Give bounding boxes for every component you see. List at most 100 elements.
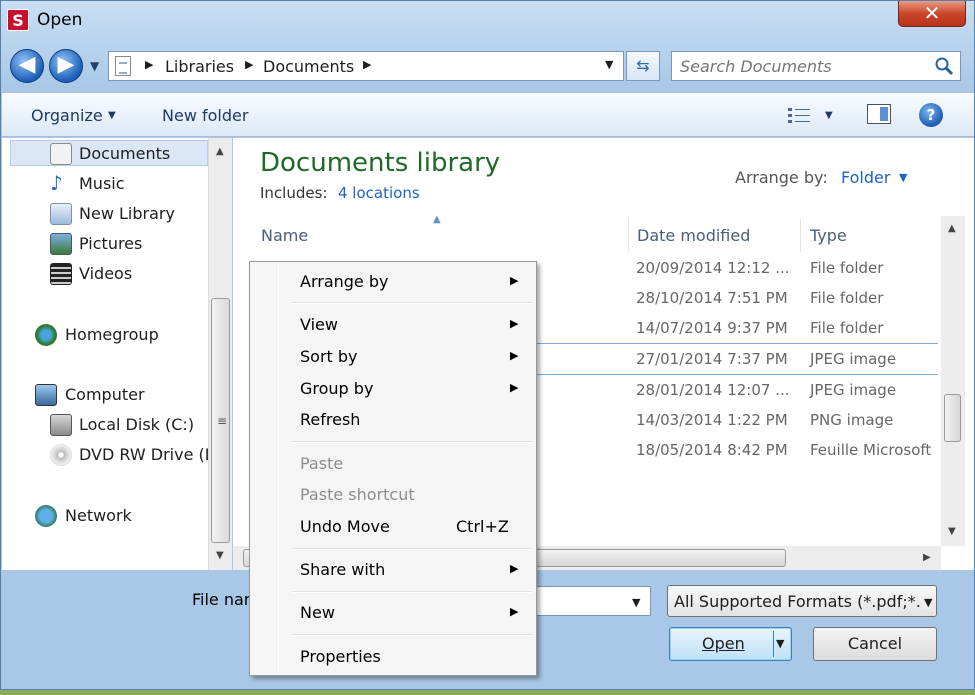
sidebar-item-music[interactable]: ♪ Music bbox=[50, 170, 210, 198]
sidebar-item-network[interactable]: Network bbox=[35, 502, 205, 530]
menu-item-new[interactable]: New ▶ bbox=[252, 598, 534, 626]
desktop-background-strip bbox=[0, 690, 975, 695]
menu-separator bbox=[292, 302, 532, 304]
file-type-select[interactable]: All Supported Formats (*.pdf;*.x ▼ bbox=[667, 585, 937, 617]
cell-type: File folder bbox=[810, 289, 884, 307]
menu-item-share-with[interactable]: Share with ▶ bbox=[252, 555, 534, 583]
forward-arrow-icon: ▶ bbox=[57, 52, 75, 77]
menu-item-label: Arrange by bbox=[300, 272, 389, 291]
scroll-right-icon[interactable]: ▶ bbox=[923, 552, 931, 563]
cell-type: JPEG image bbox=[810, 350, 897, 368]
submenu-arrow-icon: ▶ bbox=[510, 562, 519, 575]
sidebar-item-label: New Library bbox=[79, 204, 175, 223]
menu-item-view[interactable]: View ▶ bbox=[252, 310, 534, 338]
network-icon bbox=[35, 505, 57, 527]
cell-type: PNG image bbox=[810, 411, 894, 429]
menu-item-properties[interactable]: Properties bbox=[252, 642, 534, 670]
change-view-icon[interactable] bbox=[787, 106, 811, 124]
views-chevron-down-icon[interactable]: ▼ bbox=[825, 110, 833, 121]
cell-date: 28/01/2014 12:07 ... bbox=[636, 381, 790, 399]
homegroup-icon bbox=[35, 324, 57, 346]
submenu-arrow-icon: ▶ bbox=[510, 381, 519, 394]
file-type-chevron-down-icon[interactable]: ▼ bbox=[921, 596, 933, 609]
breadcrumb-separator-icon[interactable]: ▶ bbox=[363, 58, 371, 71]
menu-item-undo-move[interactable]: Undo Move Ctrl+Z bbox=[252, 512, 534, 540]
sidebar-item-videos[interactable]: Videos bbox=[50, 260, 210, 288]
file-list-vertical-scrollbar[interactable]: ▲ ▼ bbox=[941, 216, 965, 546]
address-bar[interactable]: ▶ Libraries ▶ Documents ▶ ▼ bbox=[108, 51, 624, 81]
breadcrumb-separator-icon[interactable]: ▶ bbox=[145, 58, 153, 71]
sidebar-item-label: Documents bbox=[79, 144, 171, 163]
back-button[interactable]: ◀ bbox=[10, 49, 44, 83]
menu-item-sort-by[interactable]: Sort by ▶ bbox=[252, 342, 534, 370]
sidebar-item-homegroup[interactable]: Homegroup bbox=[35, 321, 205, 349]
sidebar-item-documents[interactable]: Documents bbox=[50, 140, 210, 168]
new-folder-button[interactable]: New folder bbox=[162, 106, 248, 125]
computer-icon bbox=[35, 384, 57, 406]
menu-item-shortcut: Ctrl+Z bbox=[456, 517, 509, 536]
open-button-label: Open bbox=[702, 634, 745, 653]
arrange-by-dropdown[interactable]: Folder bbox=[841, 168, 890, 187]
sidebar-item-label: Videos bbox=[79, 264, 133, 283]
library-includes-label: Includes: bbox=[260, 184, 328, 202]
menu-item-paste: Paste bbox=[252, 449, 534, 477]
scroll-down-icon[interactable]: ▼ bbox=[216, 550, 224, 561]
breadcrumb-separator-icon[interactable]: ▶ bbox=[245, 58, 253, 71]
column-header-date[interactable]: Date modified bbox=[637, 226, 750, 245]
forward-button[interactable]: ▶ bbox=[49, 49, 83, 83]
menu-item-label: Refresh bbox=[300, 410, 361, 429]
sidebar-scrollbar[interactable]: ▲ ≡ ▼ bbox=[208, 138, 232, 570]
sidebar-item-label: Local Disk (C:) bbox=[79, 415, 195, 434]
scrollbar-thumb[interactable] bbox=[944, 394, 961, 442]
cancel-button[interactable]: Cancel bbox=[813, 627, 937, 661]
menu-item-group-by[interactable]: Group by ▶ bbox=[252, 374, 534, 402]
back-arrow-icon: ◀ bbox=[18, 52, 36, 77]
sidebar-item-local-disk[interactable]: Local Disk (C:) bbox=[50, 411, 210, 439]
file-name-label: File nar bbox=[192, 590, 251, 609]
cell-date: 28/10/2014 7:51 PM bbox=[636, 289, 788, 307]
cancel-button-label: Cancel bbox=[847, 634, 903, 653]
sidebar-item-pictures[interactable]: Pictures bbox=[50, 230, 210, 258]
cell-date: 20/09/2014 12:12 ... bbox=[636, 259, 790, 277]
arrange-by-label: Arrange by: bbox=[735, 168, 828, 187]
open-button[interactable]: Open ▼ bbox=[669, 627, 792, 661]
column-divider[interactable] bbox=[800, 218, 801, 252]
address-dropdown-icon[interactable]: ▼ bbox=[605, 58, 613, 71]
scroll-up-icon[interactable]: ▲ bbox=[948, 223, 956, 234]
column-header-type[interactable]: Type bbox=[810, 226, 847, 245]
organize-chevron-down-icon[interactable]: ▼ bbox=[108, 110, 116, 121]
library-locations-link[interactable]: 4 locations bbox=[338, 184, 420, 202]
open-options-chevron-down-icon[interactable]: ▼ bbox=[776, 637, 784, 650]
menu-item-refresh[interactable]: Refresh bbox=[252, 405, 534, 433]
column-header-name[interactable]: Name bbox=[261, 226, 308, 245]
breadcrumb-documents[interactable]: Documents bbox=[263, 57, 354, 76]
sidebar-item-dvd-drive[interactable]: DVD RW Drive (D bbox=[50, 441, 210, 469]
sidebar-item-new-library[interactable]: New Library bbox=[50, 200, 210, 228]
cell-type: Feuille Microsoft bbox=[810, 441, 932, 459]
open-dialog: S Open ✕ ◀ ▶ ▼ ▶ Libraries ▶ Documents ▶… bbox=[0, 0, 975, 690]
arrange-chevron-down-icon[interactable]: ▼ bbox=[899, 171, 907, 184]
search-icon[interactable] bbox=[934, 56, 954, 76]
menu-separator bbox=[292, 591, 532, 593]
menu-item-arrange-by[interactable]: Arrange by ▶ bbox=[252, 267, 534, 295]
search-input[interactable] bbox=[678, 55, 928, 77]
menu-item-label: Paste shortcut bbox=[300, 485, 415, 504]
breadcrumb-libraries[interactable]: Libraries bbox=[165, 57, 234, 76]
sidebar-item-label: Homegroup bbox=[65, 325, 159, 344]
help-icon[interactable]: ? bbox=[919, 103, 943, 127]
file-name-dropdown-icon[interactable]: ▼ bbox=[632, 596, 640, 609]
scroll-down-icon[interactable]: ▼ bbox=[948, 526, 956, 537]
file-type-value: All Supported Formats (*.pdf;*.x bbox=[674, 592, 931, 611]
refresh-button[interactable]: ⇆ bbox=[626, 51, 660, 81]
close-button[interactable]: ✕ bbox=[898, 1, 966, 27]
search-box[interactable] bbox=[671, 51, 961, 81]
preview-pane-icon[interactable] bbox=[867, 104, 891, 124]
organize-button[interactable]: Organize bbox=[31, 106, 103, 125]
scrollbar-thumb[interactable]: ≡ bbox=[211, 298, 230, 543]
column-divider[interactable] bbox=[628, 218, 629, 252]
refresh-icon: ⇆ bbox=[636, 56, 650, 75]
scroll-up-icon[interactable]: ▲ bbox=[216, 146, 224, 157]
recent-locations-button[interactable]: ▼ bbox=[90, 59, 99, 73]
sidebar-item-computer[interactable]: Computer bbox=[35, 381, 205, 409]
submenu-arrow-icon: ▶ bbox=[510, 349, 519, 362]
